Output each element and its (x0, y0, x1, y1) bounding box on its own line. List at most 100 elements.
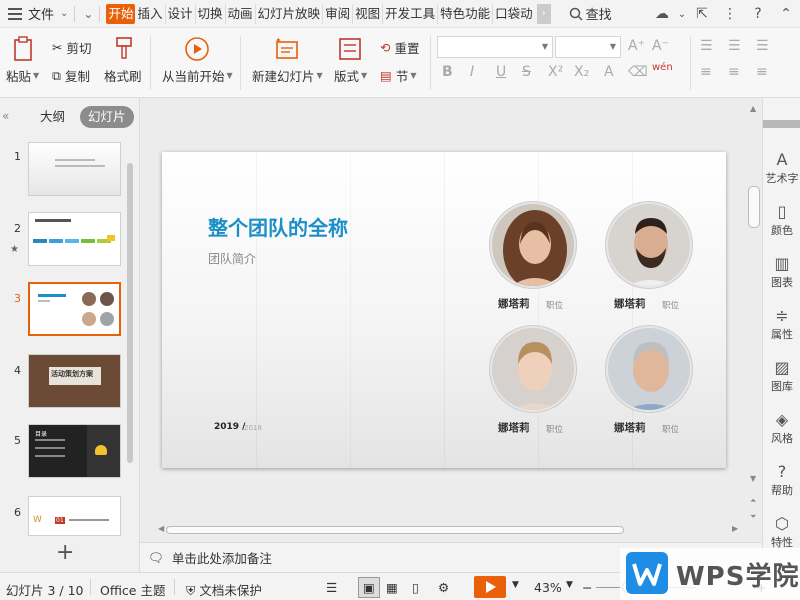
tab-design[interactable]: 设计 (166, 3, 196, 24)
copy-button[interactable]: ⧉ 复制 (52, 66, 90, 85)
chevron-down-icon[interactable]: ⌄ (60, 8, 68, 19)
share-icon[interactable]: ⇱ (688, 0, 716, 28)
paste-icon[interactable] (12, 36, 36, 62)
member-name[interactable]: 娜塔莉 (498, 296, 530, 311)
sorter-view-icon[interactable]: ▦ (386, 580, 398, 595)
chart-tool[interactable]: ▥ 图表 (763, 254, 800, 290)
grow-font-icon[interactable]: A⁺ (628, 38, 645, 54)
scroll-right-icon[interactable]: ▶ (732, 524, 738, 533)
next-slide-icon[interactable]: ⏷ (750, 512, 756, 522)
new-slide-button[interactable]: 新建幻灯片 ▼ (252, 66, 323, 85)
layout-button[interactable]: 版式 ▼ (334, 66, 367, 85)
member-name[interactable]: 娜塔莉 (498, 420, 530, 435)
theme-name[interactable]: Office 主题 (100, 580, 165, 599)
help-tool[interactable]: ? 帮助 (763, 462, 800, 498)
reading-view-icon[interactable]: ▯ (412, 580, 419, 595)
wordart-tool[interactable]: A 艺术字 (763, 150, 800, 186)
font-family-select[interactable]: ▼ (437, 36, 553, 58)
slide-year[interactable]: 2019 / (214, 422, 245, 432)
avatar-photo[interactable] (606, 202, 692, 288)
member-role[interactable]: 职位 (662, 423, 679, 435)
more-icon[interactable]: ⋮ (716, 0, 744, 28)
menu-icon[interactable] (8, 7, 22, 20)
bold-icon[interactable]: B (442, 64, 453, 80)
scroll-up-icon[interactable]: ▲ (750, 104, 756, 113)
panel-scrollbar[interactable] (127, 163, 133, 463)
member-name[interactable]: 娜塔莉 (614, 420, 646, 435)
cut-button[interactable]: ✂ 剪切 (52, 38, 92, 57)
tab-pocket[interactable]: 口袋动 (493, 4, 535, 24)
bullets-icon[interactable]: ☰ (700, 38, 713, 54)
align-right-icon[interactable]: ≡ (756, 64, 768, 80)
slide-subtitle[interactable]: 团队简介 (208, 250, 256, 267)
member-name[interactable]: 娜塔莉 (614, 296, 646, 311)
tab-view[interactable]: 视图 (353, 3, 384, 24)
cloud-sync-icon[interactable]: ☁ (648, 0, 676, 28)
shrink-font-icon[interactable]: A⁻ (652, 38, 669, 54)
font-color-icon[interactable]: A (604, 64, 614, 80)
color-tool[interactable]: ▯ 颜色 (763, 202, 800, 238)
collapse-panel-icon[interactable]: « (2, 109, 9, 123)
notes-toggle-icon[interactable]: ☰ (326, 580, 337, 595)
align-left-icon[interactable]: ≡ (700, 64, 712, 80)
slide-year-secondary[interactable]: 2018 (244, 424, 262, 432)
chevron-down-icon[interactable]: ⌄ (676, 0, 688, 28)
help-icon[interactable]: ? (744, 0, 772, 28)
numbering-icon[interactable]: ☰ (728, 38, 741, 54)
format-painter-button[interactable]: 格式刷 (104, 66, 142, 85)
slide-thumbnail-4[interactable]: 活动策划方案 (28, 354, 121, 408)
reset-button[interactable]: ⟲ 重置 (380, 38, 420, 57)
panel-handle[interactable] (763, 120, 800, 128)
slide-thumbnail-5[interactable]: 目录 (28, 424, 121, 478)
superscript-icon[interactable]: X² (548, 64, 563, 80)
zoom-level[interactable]: 43% (534, 580, 562, 595)
play-slideshow-button[interactable] (474, 576, 506, 598)
scroll-down-icon[interactable]: ▼ (750, 474, 756, 483)
new-slide-icon[interactable]: ✦ (274, 36, 300, 62)
avatar-photo[interactable] (490, 326, 576, 412)
slide-thumbnail-2[interactable] (28, 212, 121, 266)
play-from-current-icon[interactable] (184, 36, 210, 62)
format-painter-icon[interactable] (112, 36, 136, 62)
section-button[interactable]: ▤ 节 ▼ (380, 66, 416, 85)
avatar-photo[interactable] (490, 202, 576, 288)
horizontal-scrollbar[interactable]: ◀ ▶ (158, 524, 744, 536)
italic-icon[interactable]: I (470, 64, 474, 80)
member-role[interactable]: 职位 (546, 299, 563, 311)
scroll-left-icon[interactable]: ◀ (158, 524, 164, 533)
strikethrough-icon[interactable]: S (522, 64, 531, 80)
tab-outline[interactable]: 大纲 (32, 106, 73, 128)
avatar-photo[interactable] (606, 326, 692, 412)
tab-features[interactable]: 特色功能 (438, 3, 494, 24)
tab-insert[interactable]: 插入 (135, 3, 166, 24)
align-center-icon[interactable]: ≡ (728, 64, 740, 80)
zoom-dropdown-icon[interactable]: ▼ (566, 580, 573, 590)
indent-icon[interactable]: ☰ (756, 38, 769, 54)
search-button[interactable]: 查找 (569, 4, 612, 23)
chevron-down-icon[interactable]: ▼ (512, 580, 519, 590)
paste-button[interactable]: 粘贴 ▼ (6, 66, 39, 85)
phonetic-icon[interactable]: wén (652, 62, 673, 73)
slide-thumbnail-1[interactable] (28, 142, 121, 196)
tab-slides[interactable]: 幻灯片 (80, 106, 134, 128)
tab-review[interactable]: 审阅 (323, 3, 354, 24)
gallery-tool[interactable]: ▨ 图库 (763, 358, 800, 394)
vertical-scrollbar[interactable] (748, 186, 760, 228)
subscript-icon[interactable]: X₂ (574, 64, 589, 80)
tabs-more-icon[interactable]: › (536, 3, 551, 24)
font-size-select[interactable]: ▼ (555, 36, 621, 58)
underline-icon[interactable]: U (496, 64, 506, 80)
tab-animations[interactable]: 动画 (226, 3, 256, 24)
slideshow-settings-icon[interactable]: ⚙ (438, 580, 449, 595)
more-options-icon[interactable]: ⌃ (772, 0, 800, 28)
member-role[interactable]: 职位 (662, 299, 679, 311)
clear-format-icon[interactable]: ⌫ (628, 64, 648, 80)
layout-icon[interactable] (338, 37, 362, 61)
style-tool[interactable]: ◈ 风格 (763, 410, 800, 446)
tab-home[interactable]: 开始 (106, 3, 136, 24)
protection-status[interactable]: ⛨ 文档未保护 (186, 580, 262, 599)
current-slide[interactable]: 整个团队的全称 团队简介 2019 / 2018 娜塔莉 职位 娜塔莉 职位 娜… (162, 152, 726, 468)
from-current-button[interactable]: 从当前开始 ▼ (162, 66, 233, 85)
file-menu[interactable]: 文件 (28, 4, 54, 23)
slide-thumbnail-3[interactable] (28, 282, 121, 336)
